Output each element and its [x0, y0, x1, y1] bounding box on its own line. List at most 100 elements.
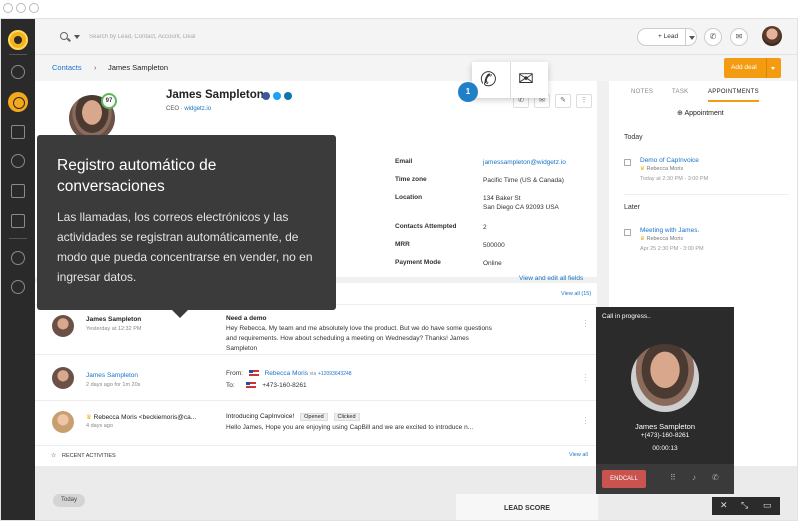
kebab-icon[interactable]: · · ·: [584, 414, 587, 428]
minimize-icon[interactable]: ⤡: [741, 500, 748, 511]
from-label: From:: [226, 370, 243, 377]
lead-score-card: LEAD SCORE: [456, 494, 598, 520]
call-timer: 00:00:13: [652, 445, 678, 452]
field-label-email: Email: [395, 158, 413, 165]
accounts-icon[interactable]: [11, 125, 25, 139]
conversations-icon[interactable]: [11, 184, 25, 198]
search-input[interactable]: [89, 29, 389, 45]
window-minimize-dot[interactable]: [16, 3, 26, 13]
row-subject: Introducing CapInvoice!: [226, 413, 295, 420]
add-appointment-label: Appointment: [684, 110, 724, 117]
breadcrumb-contacts-link[interactable]: Contacts: [52, 63, 82, 72]
twitter-icon[interactable]: [273, 92, 281, 100]
more-button[interactable]: ⋮: [576, 94, 592, 108]
sidebar-divider: [9, 54, 27, 55]
linkedin-icon[interactable]: [284, 92, 292, 100]
window-maximize-dot[interactable]: [29, 3, 39, 13]
field-value-email[interactable]: jamessampleton@widgetz.io: [483, 158, 566, 167]
tour-highlight-actions: ✆ ✉: [472, 62, 548, 98]
integrations-icon[interactable]: [11, 251, 25, 265]
tab-appointments[interactable]: APPOINTMENTS: [708, 89, 759, 102]
avatar: [52, 315, 74, 337]
field-value-location: 134 Baker St San Diego CA 92093 USA: [483, 195, 559, 211]
dialpad-icon[interactable]: ⠿: [670, 473, 676, 482]
row-call-meta: 2 days ago for 1m 20s: [86, 382, 141, 388]
chevron-down-icon[interactable]: [689, 36, 695, 40]
appointment-owner-name: Rebecca Moris: [646, 236, 684, 242]
from-name-link[interactable]: Rebecca Moris: [265, 370, 308, 377]
mail-icon[interactable]: ✉: [518, 68, 534, 91]
us-flag-icon: [246, 382, 257, 389]
app-logo-icon[interactable]: [8, 30, 28, 50]
row-contact-name[interactable]: James Sampleton: [86, 372, 138, 379]
phone-icon: ✆: [709, 32, 717, 41]
conversation-row[interactable]: James Sampleton 2 days ago for 1m 20s Fr…: [35, 355, 597, 401]
recent-activities-label: RECENT ACTIVITIES: [62, 453, 116, 459]
appointment-title-link[interactable]: Demo of CapInvoice: [640, 157, 699, 164]
transfer-icon[interactable]: ✆: [712, 473, 719, 482]
end-call-button[interactable]: ENDCALL: [602, 470, 646, 488]
add-appointment-button[interactable]: ⊕ Appointment: [677, 109, 724, 117]
call-to-line: To: +473-160-8261: [226, 381, 501, 391]
chevron-down-icon[interactable]: [74, 35, 80, 39]
mute-icon[interactable]: ♪: [692, 473, 696, 482]
search-icon[interactable]: [60, 32, 68, 40]
popout-icon[interactable]: ▭: [763, 500, 772, 511]
crown-icon: ♛: [86, 414, 92, 421]
divider: [624, 194, 789, 195]
sidebar: [1, 19, 35, 520]
add-lead-button[interactable]: + Lead: [637, 28, 697, 46]
field-value-contacts-attempted: 2: [483, 224, 487, 231]
row-timestamp: 4 days ago: [86, 423, 113, 429]
email-button[interactable]: ✉: [730, 28, 748, 46]
tab-notes[interactable]: NOTES: [631, 89, 653, 95]
kebab-icon[interactable]: · · ·: [584, 317, 587, 331]
phone-icon[interactable]: ✆: [480, 67, 497, 92]
appointment-owner-name: Rebecca Moris: [646, 166, 684, 172]
contacts-icon[interactable]: [8, 92, 28, 112]
edit-button[interactable]: ✎: [555, 94, 571, 108]
company-link[interactable]: widgetz.io: [184, 106, 211, 112]
field-label-timezone: Time zone: [395, 176, 427, 183]
row-body: Hello James, Hope you are enjoying using…: [226, 424, 474, 431]
settings-icon[interactable]: [11, 280, 25, 294]
conversation-row[interactable]: ♛ Rebecca Moris <beckiemoris@ca... 4 day…: [35, 401, 597, 446]
caller-avatar: [631, 344, 699, 412]
call-window-toolbar: ✕ ⤡ ▭: [712, 497, 780, 515]
view-edit-fields-link[interactable]: View and edit all fields: [519, 275, 583, 282]
section-later: Later: [624, 204, 640, 211]
row-contact-name[interactable]: James Sampleton: [86, 316, 141, 323]
row-contact-name[interactable]: ♛ Rebecca Moris <beckiemoris@ca...: [86, 413, 196, 421]
conversation-row[interactable]: James Sampleton Yesterday at 12:32 PM Ne…: [35, 305, 597, 355]
from-number-link[interactable]: +12093643248: [318, 371, 352, 377]
tab-task[interactable]: TASK: [672, 89, 688, 95]
add-lead-label: + Lead: [658, 33, 679, 40]
tour-tooltip: Registro automático de conversaciones La…: [37, 135, 336, 318]
field-label-mrr: MRR: [395, 241, 410, 248]
window-titlebar: [0, 0, 801, 17]
calendar-icon: [624, 159, 631, 166]
user-avatar[interactable]: [762, 26, 782, 46]
recent-view-all-link[interactable]: View all: [569, 452, 588, 458]
close-icon[interactable]: ✕: [720, 500, 728, 511]
appointment-title-link[interactable]: Meeting with James.: [640, 227, 699, 234]
dashboard-icon[interactable]: [11, 65, 25, 79]
timeline-today-pill: Today: [53, 494, 85, 507]
field-value-mrr: 500000: [483, 242, 505, 249]
facebook-icon[interactable]: [262, 92, 270, 100]
kebab-icon[interactable]: · · ·: [584, 371, 587, 385]
us-flag-icon: [248, 370, 259, 377]
row-timestamp: Yesterday at 12:32 PM: [86, 326, 142, 332]
calendar-icon[interactable]: [11, 214, 25, 228]
phone-button[interactable]: ✆: [704, 28, 722, 46]
add-deal-button[interactable]: Add deal: [724, 58, 781, 78]
conversations-view-all-link[interactable]: View all (15): [561, 291, 591, 297]
caller-number: +(473)-160-8261: [640, 432, 690, 439]
deals-icon[interactable]: [11, 154, 25, 168]
phone-icon: ✆: [518, 97, 524, 104]
divider: [766, 58, 767, 78]
window-close-dot[interactable]: [3, 3, 13, 13]
field-label-payment-mode: Payment Mode: [395, 259, 441, 266]
chevron-down-icon[interactable]: [771, 67, 775, 70]
appointment-time: Apr 25 2:30 PM - 3:00 PM: [640, 246, 704, 252]
